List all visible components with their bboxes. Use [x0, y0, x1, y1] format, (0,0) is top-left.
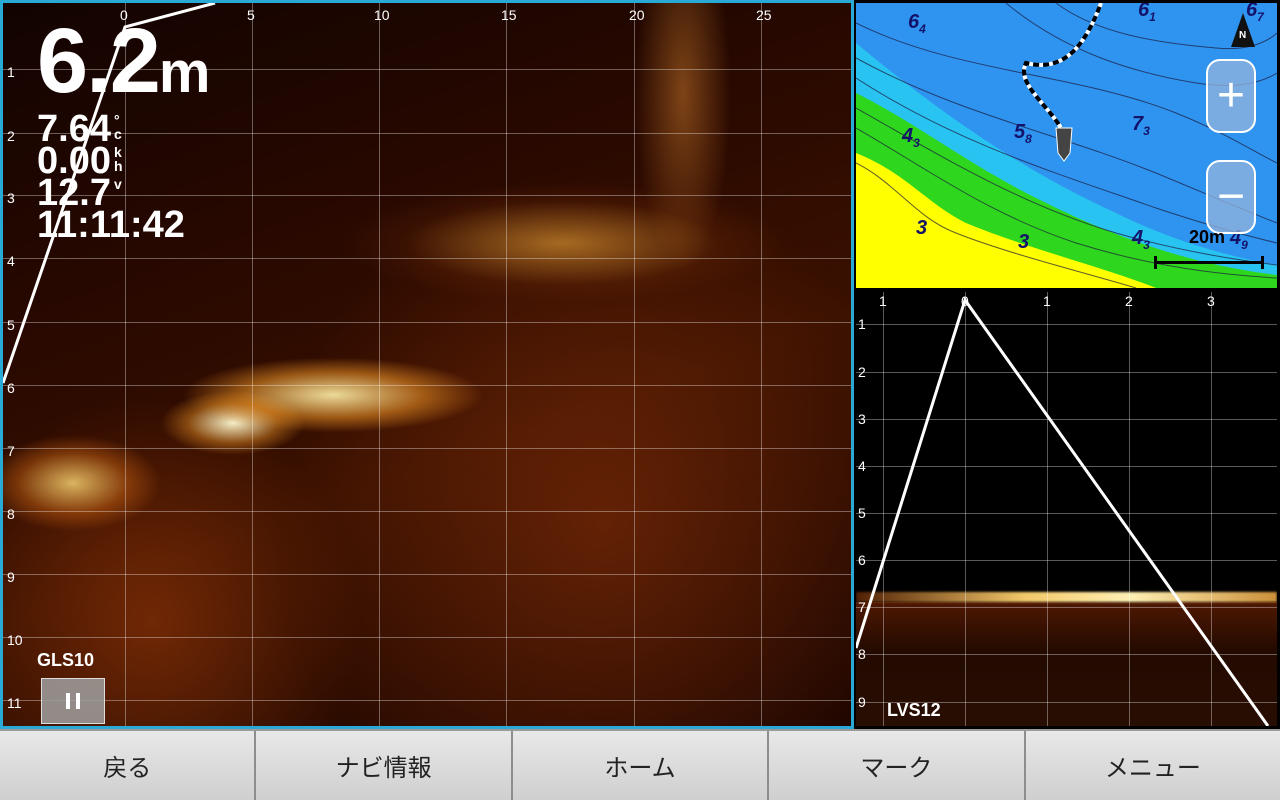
depth-contour-label: 61 — [1138, 3, 1156, 24]
depth-contour-label: 58 — [1014, 121, 1032, 146]
sonar-right-pane[interactable]: 1 0 1 2 3 1 2 3 4 5 6 7 8 9 LVS12 — [856, 292, 1277, 726]
zoom-out-button[interactable]: − — [1206, 160, 1256, 234]
x-tick-label: 1 — [1043, 293, 1051, 309]
y-tick-label: 9 — [7, 569, 15, 585]
depth-readout: 6.2m — [37, 15, 211, 113]
sonar-right-beam-lines — [856, 296, 1270, 726]
y-tick-label: 7 — [7, 443, 15, 459]
depth-contour-label: 64 — [908, 11, 926, 36]
map-scale-label: 20m — [1189, 227, 1226, 247]
depth-contour-label: 43 — [902, 125, 920, 150]
voltage-unit: v — [113, 176, 122, 192]
menu-button[interactable]: メニュー — [1026, 731, 1280, 800]
depth-contour-label: 73 — [1132, 113, 1150, 138]
y-tick-label: 6 — [7, 380, 15, 396]
depth-contour-label: 3 — [1018, 231, 1030, 253]
x-tick-label: 3 — [1207, 293, 1215, 309]
x-tick-label: 5 — [247, 7, 255, 23]
x-tick-label: 25 — [756, 7, 772, 23]
pause-icon — [66, 693, 70, 709]
sensor-label-left: GLS10 — [37, 650, 95, 670]
y-tick-label: 2 — [858, 364, 866, 380]
y-tick-label: 7 — [858, 599, 866, 615]
y-tick-label: 11 — [7, 695, 22, 711]
y-tick-label: 3 — [7, 190, 15, 206]
x-tick-label: 10 — [374, 7, 390, 23]
depth-contour-label: 3 — [916, 217, 928, 239]
x-tick-label: 2 — [1125, 293, 1133, 309]
home-button[interactable]: ホーム — [513, 731, 770, 800]
nav-info-button[interactable]: ナビ情報 — [256, 731, 513, 800]
chart-map-pane[interactable]: 64 61 67 43 58 73 3 3 43 49 N + − 20m — [856, 3, 1277, 288]
y-tick-label: 1 — [7, 64, 15, 80]
zoom-in-button[interactable]: + — [1206, 59, 1256, 133]
y-tick-label: 6 — [858, 552, 866, 568]
y-tick-label: 3 — [858, 411, 866, 427]
y-tick-label: 8 — [7, 506, 15, 522]
y-tick-label: 5 — [7, 317, 15, 333]
y-tick-label: 2 — [7, 128, 15, 144]
x-tick-label: 15 — [501, 7, 517, 23]
depth-value: 6.2 — [37, 10, 161, 112]
clock-value: 11:11:42 — [37, 204, 185, 246]
depth-unit: m — [158, 40, 211, 105]
map-scale-bar — [1154, 256, 1264, 269]
sensor-label-right: LVS12 — [887, 700, 941, 720]
x-tick-label: 20 — [629, 7, 645, 23]
y-tick-label: 9 — [858, 694, 866, 710]
back-button[interactable]: 戻る — [0, 731, 257, 800]
depth-contour-label: 43 — [1132, 227, 1150, 252]
temperature-unit: °c — [113, 112, 122, 142]
y-tick-label: 8 — [858, 646, 866, 662]
y-tick-label: 10 — [7, 632, 23, 648]
y-tick-label: 4 — [7, 253, 15, 269]
speed-unit: kh — [113, 144, 123, 174]
bottom-soft-key-bar: 戻る ナビ情報 ホーム マーク メニュー — [0, 729, 1280, 800]
y-tick-label: 5 — [858, 505, 866, 521]
pause-icon-bar — [76, 693, 80, 709]
y-tick-label: 1 — [858, 316, 866, 332]
mark-button[interactable]: マーク — [769, 731, 1026, 800]
pause-button[interactable] — [41, 678, 105, 724]
y-tick-label: 4 — [858, 458, 866, 474]
readouts-panel: 6.2m 7.64 °c 0.00 kh 12.7 v 11:11:42 — [37, 15, 211, 246]
north-letter: N — [1239, 30, 1247, 41]
clock-readout: 11:11:42 — [37, 204, 208, 246]
x-tick-label: 1 — [879, 293, 887, 309]
sonar-left-pane[interactable]: 0 5 10 15 20 25 1 2 3 4 5 6 7 8 9 10 11 6.2m 7.64 °c 0.0… — [0, 0, 854, 729]
x-tick-label: 0 — [961, 293, 969, 309]
